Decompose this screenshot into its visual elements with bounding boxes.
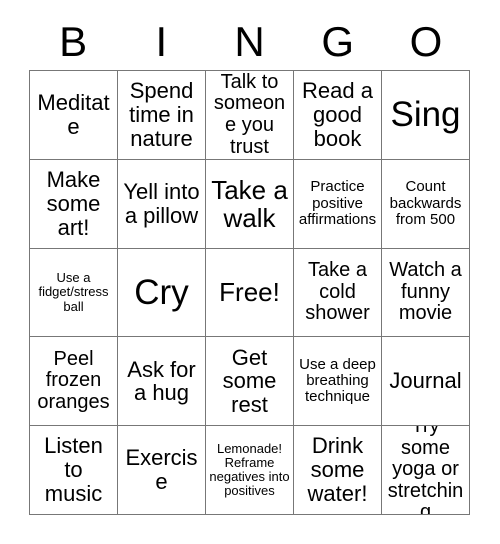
header-letter-i: I (155, 18, 168, 65)
bingo-cell[interactable]: Listen to music (30, 426, 118, 515)
header-letter-n: N (234, 18, 265, 65)
bingo-cell[interactable]: Cry (118, 248, 206, 338)
bingo-cell-label: Spend time in nature (129, 78, 194, 151)
bingo-cell[interactable]: Journal (382, 337, 470, 427)
header-letter-g: G (321, 18, 355, 65)
bingo-cell[interactable]: Yell into a pillow (118, 159, 206, 249)
bingo-cell[interactable]: Try some yoga or stretching (382, 426, 470, 515)
bingo-cell[interactable]: Meditate (30, 71, 118, 160)
bingo-cell[interactable]: Practice positive affirmations (294, 159, 382, 249)
bingo-cell-label: Get some rest (222, 344, 277, 418)
header-letter-b: B (59, 18, 88, 65)
bingo-cell-label: Yell into a pillow (123, 178, 200, 228)
bingo-cell-label: Take a cold shower (305, 259, 370, 325)
bingo-cell-label: Count backwards from 500 (389, 178, 462, 228)
bingo-cell-label: Use a fidget/stress ball (38, 270, 109, 314)
bingo-cell-label: Sing (390, 95, 461, 134)
bingo-cell-label: Peel frozen oranges (37, 347, 110, 414)
bingo-cell[interactable]: Exercise (118, 426, 206, 515)
bingo-cell[interactable]: Make some art! (30, 159, 118, 249)
bingo-cell-label: Take a walk (211, 174, 288, 233)
bingo-grid: Meditate Spend time in nature Talk to so… (29, 70, 470, 515)
bingo-cell[interactable]: Spend time in nature (118, 71, 206, 160)
bingo-cell[interactable]: Count backwards from 500 (382, 159, 470, 249)
bingo-cell[interactable]: Read a good book (294, 71, 382, 160)
bingo-cell-label: Journal (389, 368, 462, 394)
bingo-cell[interactable]: Get some rest (206, 337, 294, 427)
bingo-cell[interactable]: Use a fidget/stress ball (30, 248, 118, 338)
bingo-cell[interactable]: Talk to someone you trust (206, 71, 294, 160)
bingo-cell-label: Practice positive affirmations (298, 178, 377, 228)
bingo-cell-label: Listen to music (44, 433, 103, 506)
bingo-cell-label: Use a deep breathing technique (299, 356, 376, 406)
bingo-cell-label: Exercise (125, 445, 198, 495)
bingo-cell-label: Try some yoga or stretching (387, 426, 464, 515)
bingo-header: B I N G O (29, 14, 470, 70)
bingo-cell-label: Lemonade! Reframe negatives into positiv… (209, 441, 290, 499)
bingo-cell[interactable]: Lemonade! Reframe negatives into positiv… (206, 426, 294, 515)
bingo-cell-free[interactable]: Free! (206, 248, 294, 338)
bingo-cell-label: Cry (134, 272, 189, 312)
bingo-cell-label: Drink some water! (307, 433, 368, 506)
header-letter-o: O (409, 18, 443, 65)
bingo-cell[interactable]: Sing (382, 71, 470, 160)
bingo-cell-label: Ask for a hug (127, 356, 196, 406)
bingo-cell[interactable]: Watch a funny movie (382, 248, 470, 338)
bingo-cell-label: Read a good book (302, 78, 373, 151)
bingo-cell-label: Make some art! (46, 167, 101, 240)
bingo-cell[interactable]: Drink some water! (294, 426, 382, 515)
bingo-cell[interactable]: Use a deep breathing technique (294, 337, 382, 427)
bingo-cell-label: Meditate (37, 90, 110, 139)
bingo-cell[interactable]: Ask for a hug (118, 337, 206, 427)
bingo-cell[interactable]: Take a cold shower (294, 248, 382, 338)
bingo-cell-label: Free! (219, 277, 280, 308)
bingo-cell[interactable]: Take a walk (206, 159, 294, 249)
bingo-cell[interactable]: Peel frozen oranges (30, 337, 118, 427)
bingo-cell-label: Talk to someone you trust (213, 71, 286, 158)
bingo-cell-label: Watch a funny movie (389, 259, 462, 325)
bingo-card: B I N G O Meditate Spend time in nature … (0, 0, 500, 544)
